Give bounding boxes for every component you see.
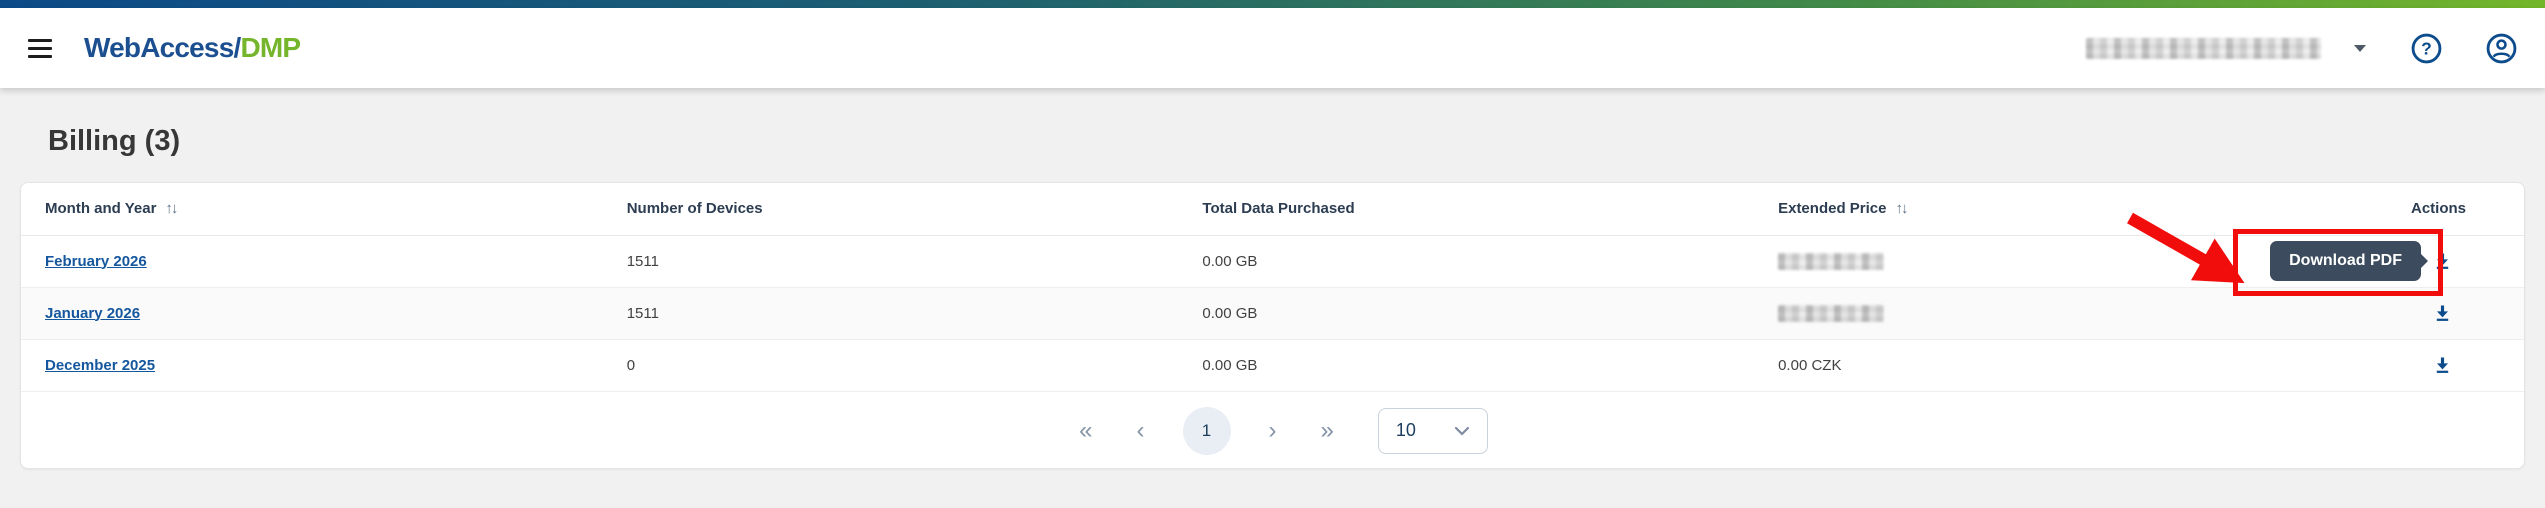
pagination-last-button[interactable]: »	[1315, 418, 1340, 443]
download-pdf-button[interactable]	[2430, 353, 2454, 377]
data-purchased-cell: 0.00 GB	[1202, 235, 1779, 288]
menu-icon-bar	[28, 38, 52, 42]
column-header-label: Total Data Purchased	[1202, 200, 1355, 218]
column-header-price[interactable]: Extended Price ↑↓	[1778, 183, 2254, 236]
data-purchased-cell: 0.00 GB	[1202, 287, 1779, 340]
header-right: ?	[2086, 33, 2517, 64]
devices-cell: 1511	[626, 287, 1203, 340]
pagination-next-button[interactable]: ›	[1263, 418, 1283, 443]
sort-icon[interactable]: ↑↓	[1895, 200, 1908, 218]
pagination-prev-button[interactable]: ‹	[1131, 418, 1151, 443]
devices-cell: 0	[626, 339, 1203, 392]
logo-text-secondary: DMP	[240, 32, 301, 63]
menu-icon-bar	[28, 54, 52, 58]
pagination-first-button[interactable]: «	[1073, 418, 1098, 443]
user-menu[interactable]	[2086, 37, 2367, 59]
column-header-devices: Number of Devices	[626, 183, 1203, 236]
devices-cell: 1511	[626, 235, 1203, 288]
price-redacted	[1778, 252, 1885, 270]
billing-table-card: Month and Year ↑↓ Number of Devices Total…	[20, 182, 2525, 469]
pagination: « ‹ 1 › » 10	[21, 392, 2524, 470]
menu-icon[interactable]	[28, 38, 52, 58]
column-header-label: Number of Devices	[626, 200, 763, 218]
download-icon	[2436, 357, 2448, 373]
download-icon	[2436, 305, 2448, 321]
column-header-label: Extended Price	[1778, 200, 1887, 218]
caret-down-icon	[2353, 44, 2367, 53]
actions-cell: Download PDF	[2253, 235, 2524, 288]
column-header-label: Month and Year	[45, 200, 157, 218]
actions-cell	[2253, 339, 2524, 392]
column-header-actions: Actions	[2253, 183, 2524, 236]
sort-down-arrow: ↓	[1900, 200, 1908, 218]
price-redacted	[1778, 304, 1885, 322]
column-header-month[interactable]: Month and Year ↑↓	[21, 183, 627, 236]
svg-text:?: ?	[2421, 38, 2432, 58]
table-row: December 2025 0 0.00 GB 0.00 CZK	[21, 339, 2524, 392]
sort-icon[interactable]: ↑↓	[165, 200, 178, 218]
month-link[interactable]: January 2026	[45, 305, 140, 322]
download-icon	[2436, 253, 2448, 269]
data-purchased-cell: 0.00 GB	[1202, 339, 1779, 392]
price-cell	[1778, 235, 2254, 288]
month-link[interactable]: December 2025	[45, 357, 155, 374]
table-row: February 2026 1511 0.00 GB Download PDF	[21, 235, 2524, 288]
price-cell: 0.00 CZK	[1778, 339, 2254, 392]
billing-table: Month and Year ↑↓ Number of Devices Total…	[21, 183, 2524, 392]
account-icon[interactable]	[2486, 33, 2517, 64]
user-name-redacted	[2086, 37, 2321, 59]
pagination-current-page[interactable]: 1	[1182, 406, 1231, 455]
page-size-value: 10	[1395, 420, 1416, 440]
table-header-row: Month and Year ↑↓ Number of Devices Total…	[21, 183, 2524, 236]
column-header-data: Total Data Purchased	[1202, 183, 1779, 236]
main-content: Billing (3) Month and Year ↑↓ Number of D…	[0, 125, 2545, 469]
column-header-label: Actions	[2410, 200, 2466, 218]
logo-text-primary: WebAccess/	[84, 32, 241, 63]
app-header: WebAccess/DMP ?	[0, 8, 2545, 88]
page-size-select[interactable]: 10	[1377, 407, 1488, 454]
sort-down-arrow: ↓	[170, 200, 178, 218]
chevron-down-icon	[1454, 426, 1469, 436]
app-logo: WebAccess/DMP	[84, 32, 301, 64]
table-row: January 2026 1511 0.00 GB	[21, 287, 2524, 340]
page-title: Billing (3)	[48, 125, 181, 157]
help-icon[interactable]: ?	[2411, 33, 2442, 64]
month-link[interactable]: February 2026	[45, 253, 147, 270]
download-pdf-button[interactable]	[2430, 301, 2454, 325]
menu-icon-bar	[28, 46, 52, 50]
price-cell	[1778, 287, 2254, 340]
actions-cell	[2253, 287, 2524, 340]
brand-gradient-bar	[0, 0, 2545, 8]
download-pdf-tooltip: Download PDF	[2270, 241, 2428, 281]
